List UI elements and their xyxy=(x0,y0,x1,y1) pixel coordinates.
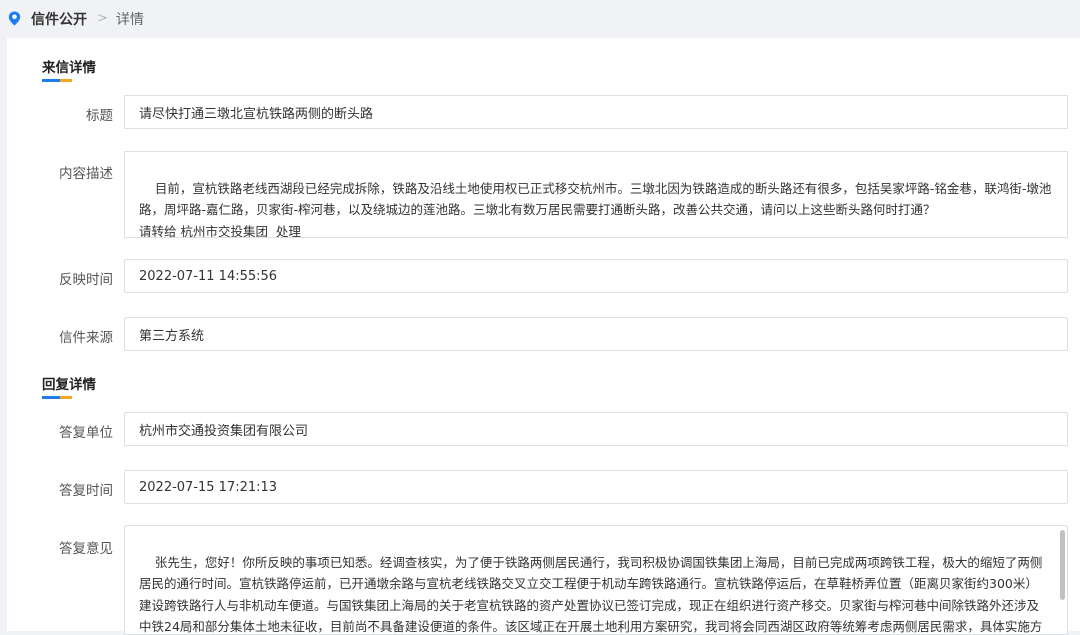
title-label: 标题 xyxy=(7,104,113,124)
reply-opinion-textarea[interactable]: 张先生，您好！你所反映的事项已知悉。经调查核实，为了便于铁路两侧居民通行，我司积… xyxy=(124,525,1068,635)
report-time-field[interactable]: 2022-07-11 14:55:56 xyxy=(124,259,1068,293)
breadcrumb-detail: 详情 xyxy=(116,9,144,29)
content-text: 目前，宣杭铁路老线西湖段已经完成拆除，铁路及沿线土地使用权已正式移交杭州市。三墩… xyxy=(139,181,1051,239)
breadcrumb-current[interactable]: 信件公开 xyxy=(31,9,87,29)
reply-opinion-text: 张先生，您好！你所反映的事项已知悉。经调查核实，为了便于铁路两侧居民通行，我司积… xyxy=(139,555,1042,635)
detail-panel: 来信详情 标题 请尽快打通三墩北宣杭铁路两侧的断头路 内容描述 目前，宣杭铁路老… xyxy=(7,38,1080,631)
breadcrumb-bar: 信件公开 > 详情 xyxy=(0,0,1080,37)
content-label: 内容描述 xyxy=(7,162,113,182)
textarea-scrollbar[interactable] xyxy=(1060,530,1065,600)
location-pin-icon xyxy=(8,11,21,26)
title-field[interactable]: 请尽快打通三墩北宣杭铁路两侧的断头路 xyxy=(124,95,1068,129)
reply-unit-field[interactable]: 杭州市交通投资集团有限公司 xyxy=(124,412,1068,446)
reply-section-underline xyxy=(42,396,72,399)
reply-section-title: 回复详情 xyxy=(42,373,96,393)
content-textarea[interactable]: 目前，宣杭铁路老线西湖段已经完成拆除，铁路及沿线土地使用权已正式移交杭州市。三墩… xyxy=(124,151,1068,238)
reply-time-label: 答复时间 xyxy=(7,479,113,499)
reply-unit-label: 答复单位 xyxy=(7,421,113,441)
source-field[interactable]: 第三方系统 xyxy=(124,317,1068,351)
letter-section-underline xyxy=(42,79,72,82)
reply-time-field[interactable]: 2022-07-15 17:21:13 xyxy=(124,470,1068,504)
report-time-label: 反映时间 xyxy=(7,268,113,288)
resize-grip-icon[interactable] xyxy=(1057,227,1065,235)
reply-opinion-label: 答复意见 xyxy=(7,537,113,557)
letter-section-title: 来信详情 xyxy=(42,56,96,76)
breadcrumb-separator: > xyxy=(97,11,108,26)
source-label: 信件来源 xyxy=(7,326,113,346)
